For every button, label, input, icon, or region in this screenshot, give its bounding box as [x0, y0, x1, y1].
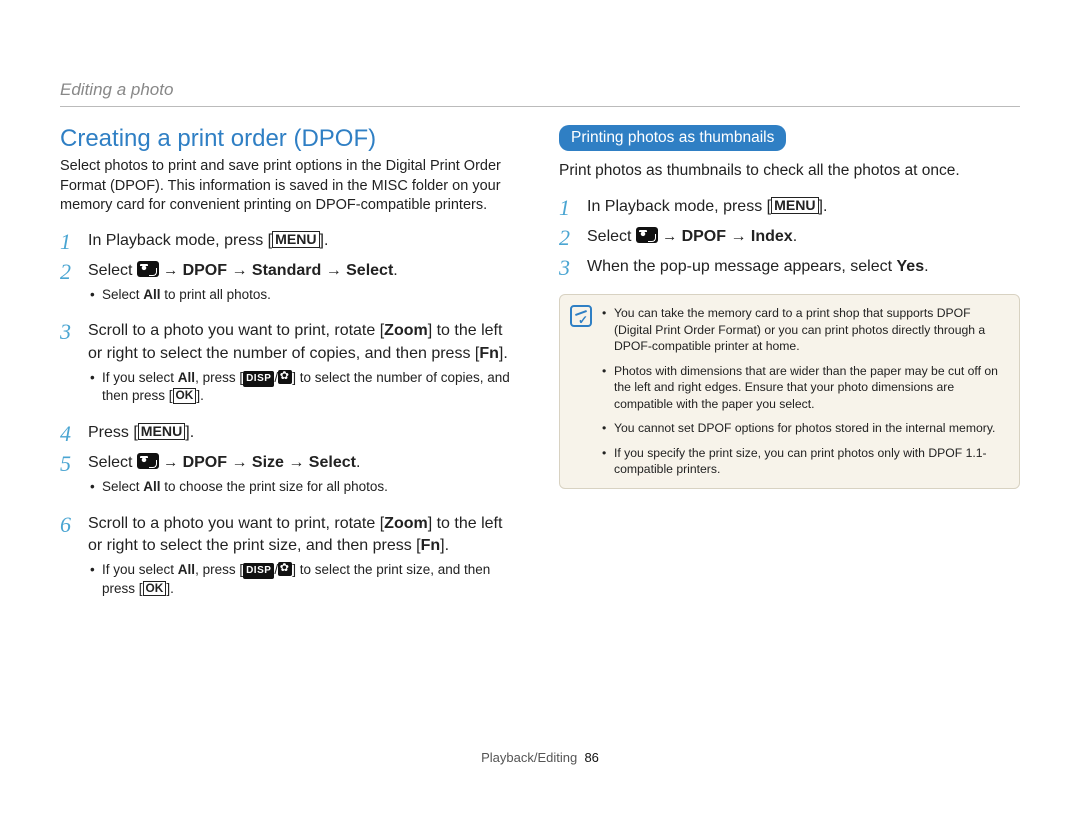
step-number: 4 [60, 422, 78, 446]
macro-icon [278, 370, 292, 384]
note-item: Photos with dimensions that are wider th… [602, 363, 1007, 412]
step-text: In Playback mode, press [MENU]. [587, 196, 1020, 220]
subsection-pill: Printing photos as thumbnails [559, 125, 786, 151]
sub-item: If you select All, press [DISP/] to sele… [88, 369, 521, 405]
content-columns: Creating a print order (DPOF) Select pho… [60, 125, 1020, 750]
step-number: 2 [60, 260, 78, 315]
step-2: 2 Select → DPOF → Standard → Select. Sel… [60, 260, 521, 315]
sub-bullets: Select All to print all photos. [88, 282, 521, 314]
step-text: Press [MENU]. [88, 422, 521, 446]
menu-key: MENU [272, 231, 319, 248]
disp-key-icon: DISP [243, 563, 274, 579]
ok-key: OK [173, 388, 197, 403]
sub-bullets: Select All to choose the print size for … [88, 474, 521, 506]
note-icon [570, 305, 592, 327]
disp-key-icon: DISP [243, 371, 274, 387]
step-3: 3 Scroll to a photo you want to print, r… [60, 320, 521, 415]
step-list-right: 1 In Playback mode, press [MENU]. 2 Sele… [559, 196, 1020, 281]
settings-icon [137, 453, 159, 469]
ok-key: OK [143, 581, 167, 596]
step-number: 5 [60, 452, 78, 507]
sub-item: Select All to print all photos. [88, 286, 521, 304]
macro-icon [278, 562, 292, 576]
step-3: 3 When the pop-up message appears, selec… [559, 256, 1020, 280]
step-text: Scroll to a photo you want to print, rot… [88, 320, 521, 415]
page-heading: Creating a print order (DPOF) [60, 125, 521, 153]
step-2: 2 Select → DPOF → Index. [559, 226, 1020, 250]
step-number: 3 [559, 256, 577, 280]
sub-item: If you select All, press [DISP/] to sele… [88, 561, 521, 597]
step-text: In Playback mode, press [MENU]. [88, 230, 521, 254]
step-number: 1 [559, 196, 577, 220]
note-item: You can take the memory card to a print … [602, 305, 1007, 354]
footer-section: Playback/Editing [481, 750, 577, 765]
note-list: You can take the memory card to a print … [602, 305, 1007, 477]
step-text: Select → DPOF → Index. [587, 226, 1020, 250]
step-text: Scroll to a photo you want to print, rot… [88, 513, 521, 608]
page-footer: Playback/Editing 86 [60, 750, 1020, 765]
step-number: 3 [60, 320, 78, 415]
settings-icon [636, 227, 658, 243]
step-text: Select → DPOF → Size → Select. Select Al… [88, 452, 521, 507]
step-text: Select → DPOF → Standard → Select. Selec… [88, 260, 521, 315]
step-list-left: 1 In Playback mode, press [MENU]. 2 Sele… [60, 230, 521, 608]
sub-bullets: If you select All, press [DISP/] to sele… [88, 365, 521, 415]
menu-key: MENU [138, 423, 185, 440]
footer-page-number: 86 [584, 750, 598, 765]
note-box: You can take the memory card to a print … [559, 294, 1020, 488]
settings-icon [137, 261, 159, 277]
right-column: Printing photos as thumbnails Print phot… [559, 125, 1020, 750]
step-number: 2 [559, 226, 577, 250]
step-text: When the pop-up message appears, select … [587, 256, 1020, 280]
manual-page: Editing a photo Creating a print order (… [0, 0, 1080, 815]
sub-item: Select All to choose the print size for … [88, 478, 521, 496]
step-1: 1 In Playback mode, press [MENU]. [60, 230, 521, 254]
note-item: You cannot set DPOF options for photos s… [602, 420, 1007, 436]
section-label: Editing a photo [60, 80, 1020, 107]
left-column: Creating a print order (DPOF) Select pho… [60, 125, 521, 750]
intro-paragraph: Select photos to print and save print op… [60, 157, 521, 216]
intro-paragraph: Print photos as thumbnails to check all … [559, 161, 1020, 182]
menu-key: MENU [771, 197, 818, 214]
step-number: 1 [60, 230, 78, 254]
note-item: If you specify the print size, you can p… [602, 445, 1007, 478]
step-number: 6 [60, 513, 78, 608]
step-5: 5 Select → DPOF → Size → Select. Select … [60, 452, 521, 507]
step-6: 6 Scroll to a photo you want to print, r… [60, 513, 521, 608]
sub-bullets: If you select All, press [DISP/] to sele… [88, 557, 521, 607]
step-1: 1 In Playback mode, press [MENU]. [559, 196, 1020, 220]
step-4: 4 Press [MENU]. [60, 422, 521, 446]
